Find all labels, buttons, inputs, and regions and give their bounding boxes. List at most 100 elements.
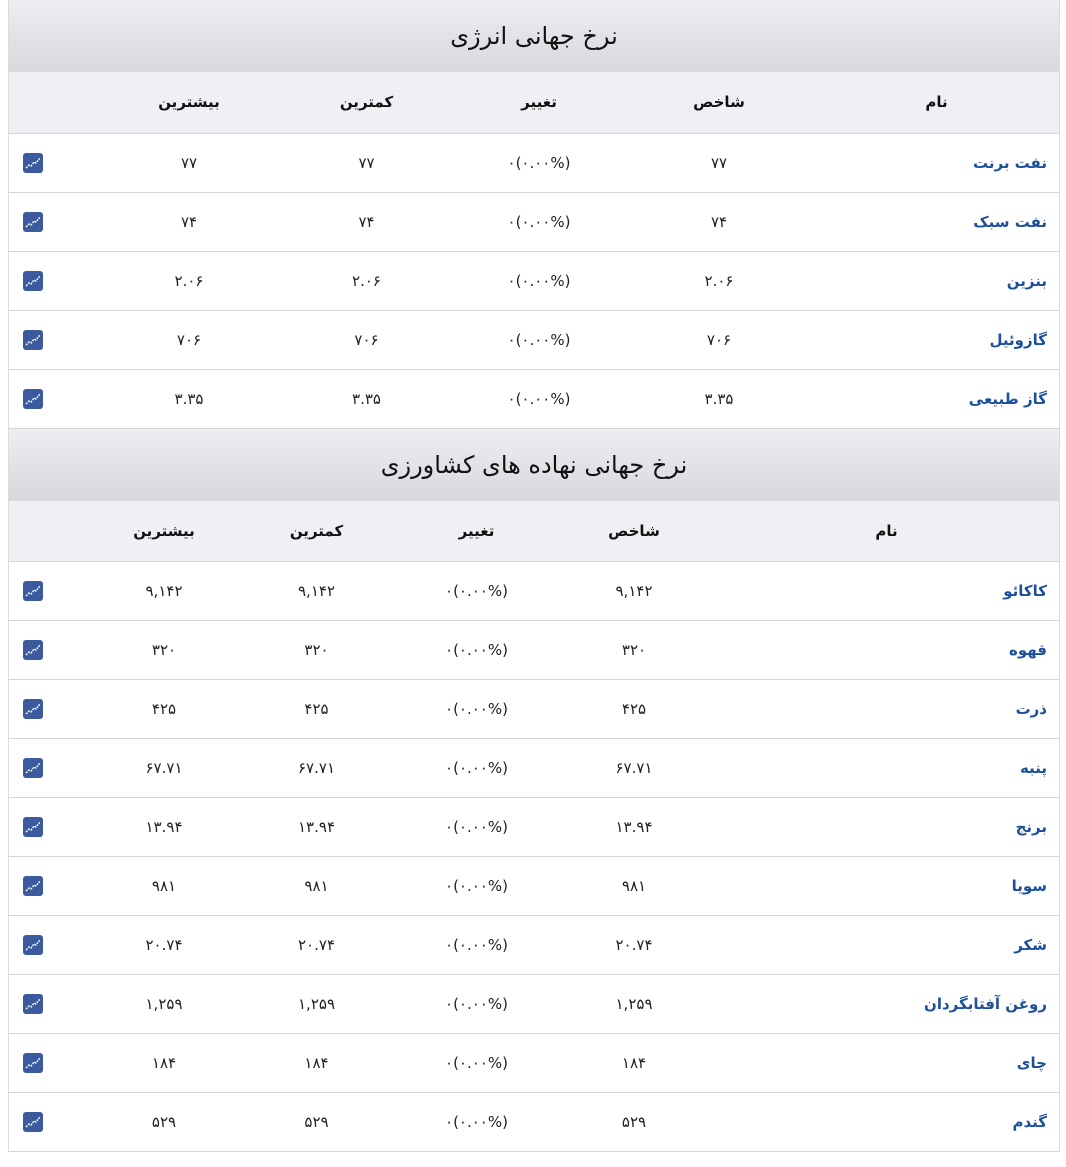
commodity-name-link[interactable]: نفت برنت	[814, 133, 1059, 192]
max-value: ۲۰.۷۴	[145, 936, 183, 954]
index-value: ۳.۳۵	[704, 389, 734, 408]
table-row: بنزین ۲.۰۶ ۰(۰.۰۰%) ۲.۰۶ ۲.۰۶	[9, 251, 1059, 310]
line-chart-icon[interactable]	[23, 758, 43, 778]
table-row: روغن آفتابگردان ۱,۲۵۹ ۰(۰.۰۰%) ۱,۲۵۹ ۱,۲۵۹	[9, 974, 1059, 1034]
commodity-name-link[interactable]: ذرت	[714, 680, 1059, 739]
commodity-name-link[interactable]: گازوئیل	[814, 310, 1059, 369]
chart-button[interactable]	[9, 739, 94, 798]
change-value: ۰(۰.۰۰%)	[445, 1113, 508, 1131]
energy-section-title: نرخ جهانی انرژی	[9, 0, 1059, 72]
change-value: ۰(۰.۰۰%)	[507, 212, 571, 231]
change-value: ۰(۰.۰۰%)	[507, 271, 571, 290]
change-value: ۰(۰.۰۰%)	[445, 641, 508, 659]
index-value: ۹,۱۴۲	[615, 582, 653, 600]
chart-button[interactable]	[9, 916, 94, 975]
col-header-max: بیشترین	[99, 72, 279, 134]
commodity-name-link[interactable]: نفت سبک	[814, 192, 1059, 251]
commodity-name-link[interactable]: برنج	[714, 798, 1059, 857]
line-chart-icon[interactable]	[23, 935, 43, 955]
change-value: ۰(۰.۰۰%)	[507, 389, 571, 408]
col-header-chart	[9, 72, 99, 134]
change-value: ۰(۰.۰۰%)	[445, 582, 508, 600]
max-value: ۴۲۵	[151, 700, 177, 718]
commodity-name-link[interactable]: کاکائو	[714, 562, 1059, 621]
col-header-chart	[9, 500, 94, 562]
chart-button[interactable]	[9, 310, 99, 369]
change-value: ۰(۰.۰۰%)	[445, 818, 508, 836]
table-row: نفت برنت ۷۷ ۰(۰.۰۰%) ۷۷ ۷۷	[9, 133, 1059, 192]
line-chart-icon[interactable]	[23, 152, 43, 173]
chart-button[interactable]	[9, 562, 94, 621]
change-value: ۰(۰.۰۰%)	[445, 877, 508, 895]
commodity-name-link[interactable]: سویا	[714, 857, 1059, 916]
chart-button[interactable]	[9, 975, 94, 1034]
chart-button[interactable]	[9, 133, 99, 192]
chart-button[interactable]	[9, 621, 94, 680]
energy-table-body: نفت برنت ۷۷ ۰(۰.۰۰%) ۷۷ ۷۷ نفت سبک ۷۴ ۰(۰.۰۰%) ۷…	[9, 133, 1059, 428]
max-value: ۲.۰۶	[174, 271, 204, 290]
agriculture-table: نام شاخص تغییر کمترین بیشترین کاکائو ۹,۱۴…	[9, 500, 1059, 1153]
chart-button[interactable]	[9, 192, 99, 251]
index-value: ۵۲۹	[621, 1113, 647, 1131]
line-chart-icon[interactable]	[23, 211, 43, 232]
col-header-change: تغییر	[454, 72, 624, 134]
col-header-index: شاخص	[554, 500, 714, 562]
min-value: ۲۰.۷۴	[298, 936, 335, 954]
line-chart-icon[interactable]	[23, 581, 43, 601]
commodity-name-link[interactable]: گاز طبیعی	[814, 369, 1059, 428]
chart-button[interactable]	[9, 680, 94, 739]
col-header-name: نام	[814, 72, 1059, 134]
change-value: ۰(۰.۰۰%)	[445, 700, 508, 718]
max-value: ۷۴	[180, 212, 198, 231]
chart-button[interactable]	[9, 857, 94, 916]
change-value: ۰(۰.۰۰%)	[445, 936, 508, 954]
commodity-name-link[interactable]: چای	[714, 1034, 1059, 1093]
agriculture-section-title: نرخ جهانی نهاده های کشاورزی	[9, 428, 1059, 501]
change-value: ۰(۰.۰۰%)	[445, 759, 508, 777]
change-value: ۰(۰.۰۰%)	[507, 153, 571, 172]
commodity-name-link[interactable]: قهوه	[714, 621, 1059, 680]
line-chart-icon[interactable]	[23, 699, 43, 719]
table-row: ذرت ۴۲۵ ۰(۰.۰۰%) ۴۲۵ ۴۲۵	[9, 679, 1059, 739]
chart-button[interactable]	[9, 1034, 94, 1093]
table-row: برنج ۱۳.۹۴ ۰(۰.۰۰%) ۱۳.۹۴ ۱۳.۹۴	[9, 797, 1059, 857]
index-value: ۲۰.۷۴	[615, 936, 653, 954]
max-value: ۱۸۴	[151, 1054, 177, 1072]
commodity-name-link[interactable]: پنبه	[714, 739, 1059, 798]
line-chart-icon[interactable]	[23, 388, 43, 409]
table-row: قهوه ۳۲۰ ۰(۰.۰۰%) ۳۲۰ ۳۲۰	[9, 620, 1059, 680]
min-value: ۴۲۵	[304, 700, 329, 718]
index-value: ۱۳.۹۴	[615, 818, 653, 836]
line-chart-icon[interactable]	[23, 640, 43, 660]
line-chart-icon[interactable]	[23, 270, 43, 291]
chart-button[interactable]	[9, 251, 99, 310]
min-value: ۵۲۹	[304, 1113, 329, 1131]
line-chart-icon[interactable]	[23, 994, 43, 1014]
index-value: ۹۸۱	[621, 877, 647, 895]
index-value: ۷۷	[710, 153, 728, 172]
index-value: ۱,۲۵۹	[615, 995, 653, 1013]
chart-button[interactable]	[9, 798, 94, 857]
line-chart-icon[interactable]	[23, 817, 43, 837]
line-chart-icon[interactable]	[23, 876, 43, 896]
col-header-name: نام	[714, 500, 1059, 562]
change-value: ۰(۰.۰۰%)	[507, 330, 571, 349]
line-chart-icon[interactable]	[23, 329, 43, 350]
max-value: ۱,۲۵۹	[145, 995, 183, 1013]
commodity-name-link[interactable]: گندم	[714, 1093, 1059, 1152]
chart-button[interactable]	[9, 1093, 94, 1152]
min-value: ۷۰۶	[354, 330, 379, 349]
table-row: شکر ۲۰.۷۴ ۰(۰.۰۰%) ۲۰.۷۴ ۲۰.۷۴	[9, 915, 1059, 975]
change-value: ۰(۰.۰۰%)	[445, 995, 508, 1013]
agriculture-header-row: نام شاخص تغییر کمترین بیشترین	[9, 500, 1059, 562]
line-chart-icon[interactable]	[23, 1053, 43, 1073]
max-value: ۹۸۱	[151, 877, 177, 895]
chart-button[interactable]	[9, 369, 99, 428]
rates-container: نرخ جهانی انرژی نام شاخص تغییر کمترین بی…	[8, 0, 1060, 1152]
commodity-name-link[interactable]: بنزین	[814, 251, 1059, 310]
line-chart-icon[interactable]	[23, 1112, 43, 1132]
commodity-name-link[interactable]: روغن آفتابگردان	[714, 975, 1059, 1034]
index-value: ۲.۰۶	[704, 271, 734, 290]
col-header-index: شاخص	[624, 72, 814, 134]
commodity-name-link[interactable]: شکر	[714, 916, 1059, 975]
